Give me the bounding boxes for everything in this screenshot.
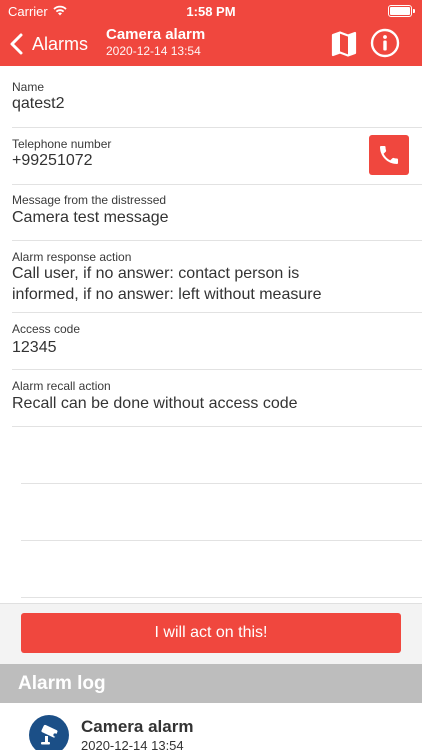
status-bar: Carrier 1:58 PM — [0, 0, 422, 22]
message-label: Message from the distressed — [12, 193, 167, 207]
action-area: I will act on this! — [0, 603, 422, 664]
message-value: Camera test message — [12, 209, 169, 226]
divider — [12, 426, 422, 427]
page-subtitle: 2020-12-14 13:54 — [106, 44, 201, 58]
map-icon — [331, 31, 357, 57]
nav-bar: Alarms Camera alarm 2020-12-14 13:54 — [0, 22, 422, 66]
phone-link[interactable]: +99251072 — [12, 150, 93, 171]
name-label: Name — [12, 80, 45, 94]
phone-label: Telephone number — [12, 137, 112, 151]
response-value-line1: Call user, if no answer: contact person … — [12, 265, 300, 282]
recall-value: Recall can be done without access code — [12, 395, 298, 412]
log-entry-title: Camera alarm — [81, 717, 194, 736]
divider — [21, 540, 422, 541]
phone-icon — [380, 146, 398, 164]
page-title: Camera alarm — [106, 26, 206, 43]
map-button[interactable] — [330, 30, 358, 58]
log-entry-time: 2020-12-14 13:54 — [81, 738, 184, 750]
divider — [12, 127, 422, 128]
divider — [12, 184, 422, 185]
divider — [21, 483, 422, 484]
info-icon — [370, 28, 400, 58]
name-value: qatest2 — [12, 95, 65, 112]
chevron-left-icon — [10, 33, 23, 55]
divider — [12, 312, 422, 313]
divider — [12, 369, 422, 370]
access-code-value: 12345 — [12, 339, 57, 356]
info-button[interactable] — [370, 28, 400, 58]
response-label: Alarm response action — [12, 250, 132, 264]
back-button[interactable]: Alarms — [8, 30, 88, 58]
cctv-camera-icon — [29, 715, 69, 750]
alarm-log-header: Alarm log — [0, 664, 422, 703]
access-code-label: Access code — [12, 322, 81, 336]
recall-label: Alarm recall action — [12, 379, 111, 393]
act-on-alarm-button[interactable]: I will act on this! — [21, 613, 401, 653]
divider — [21, 597, 422, 598]
call-button[interactable] — [369, 135, 409, 175]
clock: 1:58 PM — [186, 4, 236, 19]
response-value-line2: informed, if no answer: left without mea… — [12, 286, 322, 303]
divider — [12, 240, 422, 241]
list-item[interactable]: Camera alarm 2020-12-14 13:54 — [0, 703, 422, 750]
battery-icon — [388, 5, 415, 17]
back-label: Alarms — [32, 33, 89, 54]
